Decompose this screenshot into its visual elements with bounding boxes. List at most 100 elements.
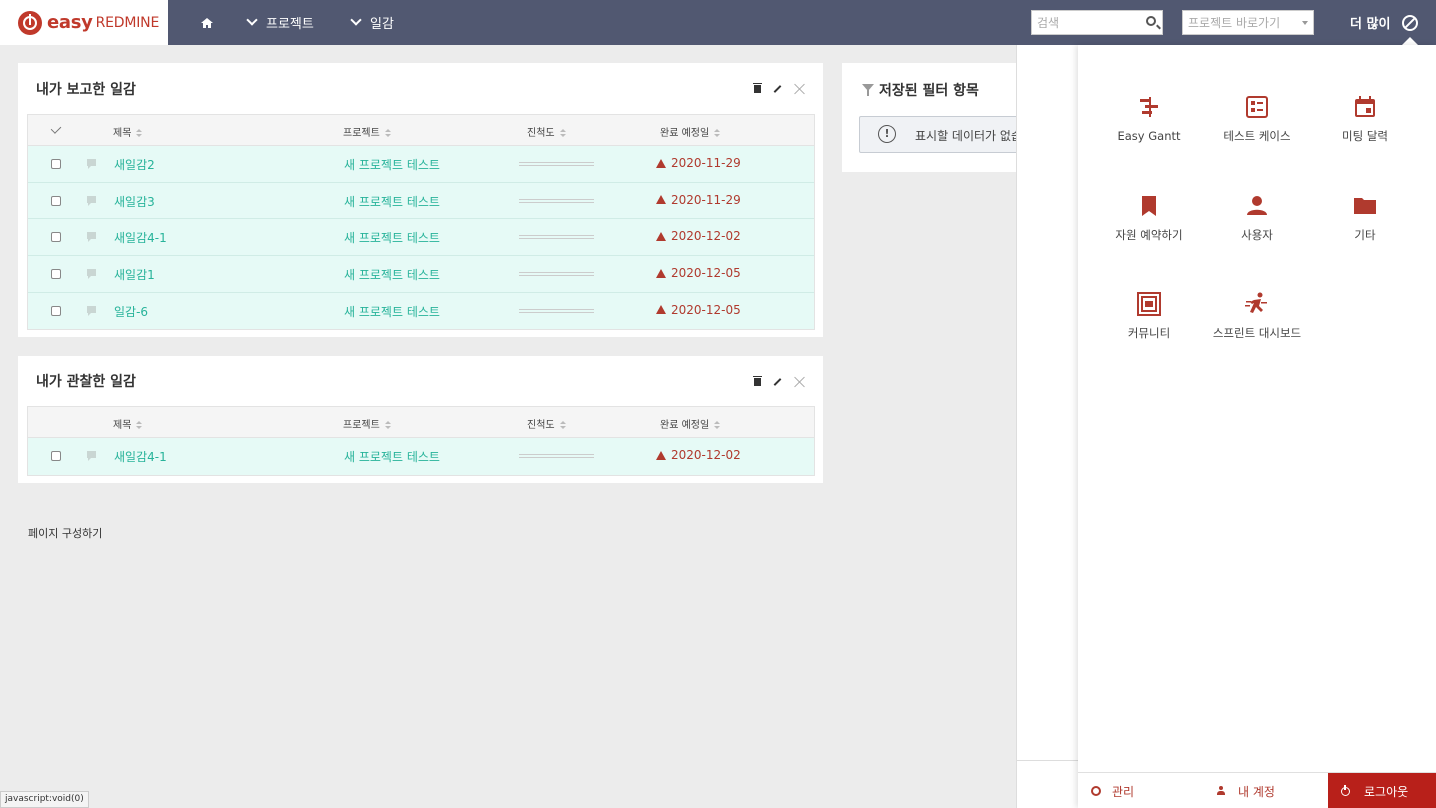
col-subject[interactable]: 제목 [113, 416, 143, 431]
app-sprint-dashboard[interactable]: 스프린트 대시보드 [1203, 291, 1311, 340]
table-header: 제목 프로젝트 진척도 완료 예정일 [28, 115, 814, 146]
search-input[interactable]: 검색 [1031, 10, 1163, 35]
top-bar: easy REDMINE 프로젝트 일감 검색 프로젝트 바로가기 더 많이 [0, 0, 1436, 45]
dropdown-notch [1402, 37, 1418, 45]
sort-icon [136, 421, 143, 429]
nav-projects[interactable]: 프로젝트 [246, 0, 314, 45]
panel-tools [753, 82, 805, 94]
col-project[interactable]: 프로젝트 [343, 124, 391, 139]
community-icon [1137, 292, 1161, 316]
col-progress[interactable]: 진척도 [527, 124, 566, 139]
issue-project-link[interactable]: 새 프로젝트 테스트 [344, 193, 440, 210]
user-icon [1247, 196, 1267, 215]
row-checkbox[interactable] [51, 305, 61, 316]
project-jump-placeholder: 프로젝트 바로가기 [1188, 16, 1281, 30]
col-due-date[interactable]: 완료 예정일 [660, 124, 721, 139]
app-users[interactable]: 사용자 [1203, 193, 1311, 242]
watched-issues-panel: 내가 관찰한 일감 제목 프로젝트 진척도 완료 예정일 새일감4-1 새 프로… [18, 356, 823, 483]
issue-subject-link[interactable]: 새일감4-1 [114, 229, 167, 246]
user-icon [1216, 786, 1226, 796]
check-all-icon[interactable] [50, 123, 62, 134]
page-config-link[interactable]: 페이지 구성하기 [28, 525, 102, 541]
row-checkbox[interactable] [51, 195, 61, 206]
search-placeholder: 검색 [1037, 16, 1060, 30]
issue-project-link[interactable]: 새 프로젝트 테스트 [344, 448, 440, 465]
panel-tools [753, 375, 805, 387]
status-bar: javascript:void(0) [0, 791, 89, 808]
progress-bar [519, 198, 594, 203]
col-subject[interactable]: 제목 [113, 124, 143, 139]
pencil-icon[interactable] [773, 84, 782, 93]
panel-title: 내가 관찰한 일감 [36, 374, 136, 390]
comment-icon [87, 451, 96, 461]
issue-project-link[interactable]: 새 프로젝트 테스트 [344, 266, 440, 283]
sort-icon [714, 421, 721, 429]
my-account-link[interactable]: 내 계정 [1216, 773, 1275, 808]
app-test-case[interactable]: 테스트 케이스 [1203, 94, 1311, 143]
col-progress[interactable]: 진척도 [527, 416, 566, 431]
dropdown-footer: 관리 내 계정 로그아웃 [1078, 772, 1436, 808]
issue-subject-link[interactable]: 새일감1 [114, 266, 155, 283]
nav-issues-label: 일감 [370, 17, 394, 32]
no-data-message: ! 표시할 데이터가 없습니다. [859, 116, 1016, 153]
bookmark-icon [1142, 196, 1156, 216]
admin-link[interactable]: 관리 [1091, 773, 1134, 808]
sort-icon [559, 421, 566, 429]
chevron-down-icon [350, 14, 362, 26]
warning-icon [656, 231, 666, 241]
comment-icon [87, 305, 96, 316]
dropdown-arrow-icon [1302, 21, 1308, 25]
app-resource-booking[interactable]: 자원 예약하기 [1095, 193, 1203, 242]
issue-subject-link[interactable]: 일감-6 [114, 303, 148, 320]
row-checkbox[interactable] [51, 269, 61, 280]
logo[interactable]: easy REDMINE [0, 0, 168, 45]
logo-redmine-text: REDMINE [95, 14, 160, 31]
due-date: 2020-11-29 [656, 156, 741, 170]
table-row: 새일감1 새 프로젝트 테스트 2020-12-05 [28, 256, 814, 293]
col-due-date[interactable]: 완료 예정일 [660, 416, 721, 431]
nav-issues[interactable]: 일감 [350, 0, 394, 45]
reported-issues-panel: 내가 보고한 일감 제목 프로젝트 진척도 완료 예정일 새일감2 새 프로젝트… [18, 63, 823, 337]
sort-icon [136, 129, 143, 137]
progress-bar [519, 162, 594, 166]
progress-bar [519, 308, 594, 313]
col-project[interactable]: 프로젝트 [343, 416, 391, 431]
issue-project-link[interactable]: 새 프로젝트 테스트 [344, 229, 440, 246]
issue-project-link[interactable]: 새 프로젝트 테스트 [344, 156, 440, 173]
table-row: 새일감3 새 프로젝트 테스트 2020-11-29 [28, 182, 814, 220]
gantt-icon [1140, 97, 1158, 117]
gear-icon [1091, 786, 1101, 796]
search-icon[interactable] [1146, 16, 1156, 26]
power-icon [1341, 784, 1350, 796]
filter-icon [862, 84, 874, 96]
close-icon[interactable] [794, 376, 805, 387]
app-easy-gantt[interactable]: Easy Gantt [1095, 94, 1203, 143]
home-icon [201, 17, 213, 28]
row-checkbox[interactable] [51, 451, 61, 461]
app-meeting-calendar[interactable]: 미팅 달력 [1311, 94, 1419, 143]
row-checkbox[interactable] [51, 159, 61, 169]
close-icon[interactable] [794, 83, 805, 94]
issue-subject-link[interactable]: 새일감2 [114, 156, 155, 173]
no-data-text: 표시할 데이터가 없습니다. [915, 129, 1016, 143]
calendar-icon [1355, 96, 1375, 117]
issue-subject-link[interactable]: 새일감3 [114, 193, 155, 210]
warning-icon [656, 195, 666, 205]
trash-icon[interactable] [753, 82, 762, 93]
trash-icon[interactable] [753, 375, 762, 386]
issue-subject-link[interactable]: 새일감4-1 [114, 448, 167, 465]
logout-button[interactable]: 로그아웃 [1328, 773, 1436, 808]
project-jump-select[interactable]: 프로젝트 바로가기 [1182, 10, 1314, 35]
app-others[interactable]: 기타 [1311, 193, 1419, 242]
issue-project-link[interactable]: 새 프로젝트 테스트 [344, 303, 440, 320]
row-checkbox[interactable] [51, 232, 61, 243]
app-community[interactable]: 커뮤니티 [1095, 291, 1203, 340]
table-row: 일감-6 새 프로젝트 테스트 2020-12-05 [28, 292, 814, 330]
nav-projects-label: 프로젝트 [266, 17, 314, 32]
sort-icon [384, 421, 391, 429]
table-header: 제목 프로젝트 진척도 완료 예정일 [28, 407, 814, 438]
logo-mark-icon [18, 10, 42, 35]
pencil-icon[interactable] [773, 377, 782, 386]
home-button[interactable] [200, 0, 214, 45]
due-date: 2020-11-29 [656, 193, 741, 207]
